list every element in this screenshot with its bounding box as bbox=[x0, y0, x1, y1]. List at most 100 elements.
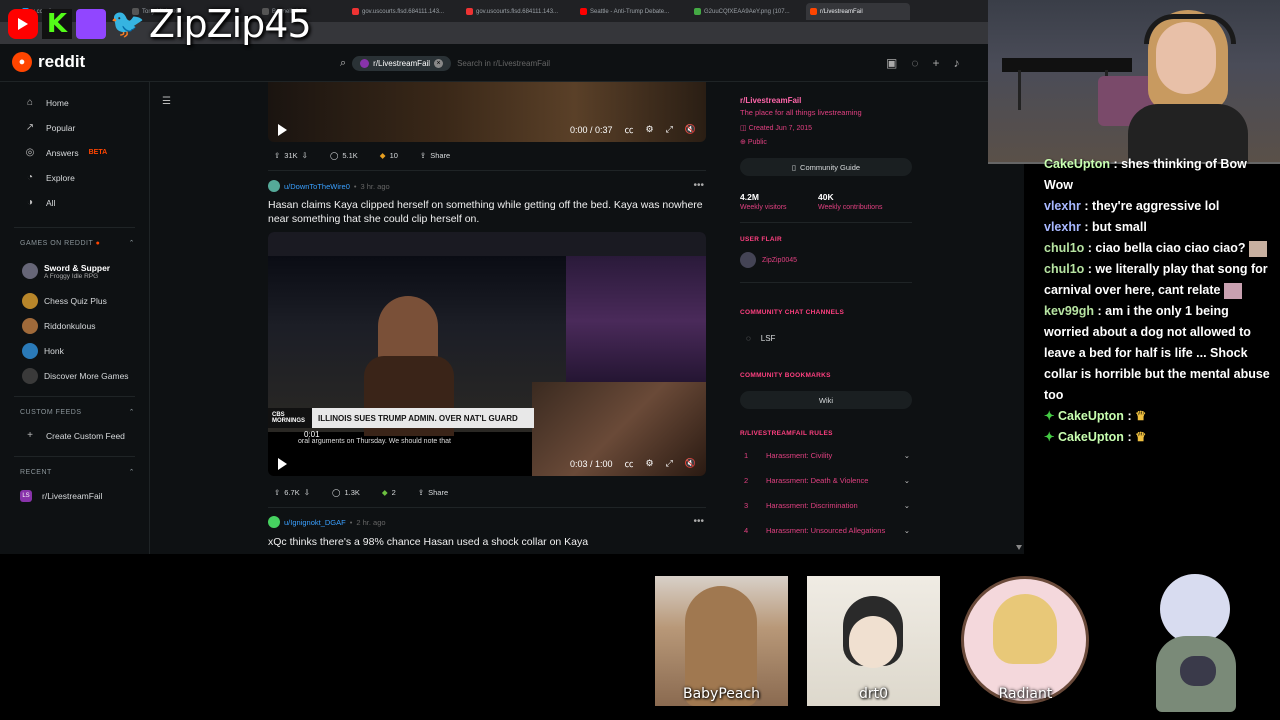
settings-icon[interactable]: ⚙ bbox=[646, 458, 654, 469]
new-dot-icon: ● bbox=[95, 239, 101, 247]
notifications-icon[interactable]: ♪ bbox=[954, 56, 960, 70]
participant-name: BabyPeach bbox=[682, 686, 761, 702]
community-guide-button[interactable]: ▯ Community Guide bbox=[740, 158, 912, 176]
wiki-button[interactable]: Wiki bbox=[740, 391, 912, 409]
video-player[interactable]: 0:00 / 0:37 ㏄ ⚙ ⤢ 🔇 bbox=[268, 82, 706, 142]
fullscreen-icon[interactable]: ⤢ bbox=[666, 458, 673, 469]
award-icon: ◆ bbox=[381, 488, 388, 497]
more-options-icon[interactable]: ••• bbox=[693, 180, 704, 191]
avatar[interactable] bbox=[268, 180, 280, 192]
mute-icon[interactable]: 🔇 bbox=[685, 458, 696, 469]
recent-header[interactable]: RECENT ⌃ bbox=[0, 461, 149, 483]
rule-item[interactable]: 3 Harassment: Discrimination ⌄ bbox=[744, 501, 910, 526]
plus-icon: + bbox=[27, 430, 33, 441]
comment-icon: ◯ bbox=[329, 151, 339, 160]
chat-message: vlexhr : but small bbox=[1044, 220, 1147, 234]
post-actions: ⇧ 31K ⇩ ◯ 5.1K ◆ 10 ⇪ Share bbox=[268, 148, 456, 163]
post-age: 2 hr. ago bbox=[356, 517, 386, 527]
browser-tab[interactable]: G2uuCQfXEAA9AeY.png (107... bbox=[694, 3, 794, 20]
recent-item[interactable]: LS r/LivestreamFail bbox=[0, 483, 149, 508]
post-divider bbox=[268, 507, 706, 508]
play-button[interactable] bbox=[278, 457, 287, 470]
stream-chat: CakeUpton : shes thinking of Bow Wow vle… bbox=[1044, 154, 1276, 448]
upvote-icon[interactable]: ⇧ bbox=[274, 488, 280, 497]
chat-username: vlexhr bbox=[1044, 199, 1081, 213]
collapse-nav-icon[interactable]: ☰ bbox=[162, 96, 178, 112]
post-author[interactable]: u/Ignignokt_DGAF bbox=[284, 518, 346, 527]
browser-tab[interactable]: gov.uscourts.flsd.684111.143... bbox=[352, 3, 452, 20]
comment-icon: ◯ bbox=[332, 488, 341, 497]
fullscreen-icon[interactable]: ⤢ bbox=[666, 124, 673, 135]
game-icon bbox=[22, 292, 38, 309]
emote-icon bbox=[1248, 240, 1267, 257]
rule-item[interactable]: 2 Harassment: Death & Violence ⌄ bbox=[744, 476, 910, 501]
scroll-down-icon[interactable] bbox=[1016, 545, 1022, 550]
video-player[interactable]: CBS MORNINGS ILLINOIS SUES TRUMP ADMIN. … bbox=[268, 232, 706, 476]
chat-channel[interactable]: ◌ LSF bbox=[746, 334, 775, 343]
settings-icon[interactable]: ⚙ bbox=[646, 124, 654, 135]
chat-icon[interactable]: ◌ bbox=[911, 56, 918, 70]
nav-answers[interactable]: ◎ Answers BETA bbox=[0, 140, 149, 165]
nav-explore[interactable]: ◔ Explore bbox=[0, 165, 149, 190]
subreddit-name[interactable]: r/LivestreamFail bbox=[740, 96, 801, 105]
chevron-up-icon: ⌃ bbox=[128, 240, 135, 247]
participant-name: drt0 bbox=[858, 686, 889, 702]
game-item[interactable]: Sword & Supper A Froggy Idle RPG bbox=[0, 254, 149, 288]
game-item[interactable]: Discover More Games bbox=[0, 363, 149, 388]
chat-username: CakeUpton bbox=[1057, 409, 1124, 423]
game-item[interactable]: Honk bbox=[0, 338, 149, 363]
share-button[interactable]: ⇪ Share bbox=[414, 148, 456, 163]
play-button[interactable] bbox=[278, 123, 287, 136]
create-post-icon[interactable]: + bbox=[932, 56, 939, 70]
more-options-icon[interactable]: ••• bbox=[693, 516, 704, 527]
search-input[interactable]: Search in r/LivestreamFail bbox=[457, 59, 550, 68]
award-button[interactable]: ◆ 2 bbox=[376, 485, 402, 500]
reddit-logo[interactable]: ● reddit bbox=[12, 52, 85, 72]
create-custom-feed[interactable]: + Create Custom Feed bbox=[0, 423, 149, 448]
user-flair[interactable]: ZipZip0045 bbox=[740, 252, 797, 268]
downvote-icon[interactable]: ⇩ bbox=[304, 488, 310, 497]
post-title[interactable]: xQc thinks there's a 98% chance Hasan us… bbox=[268, 535, 704, 549]
nav-all[interactable]: ◑ All bbox=[0, 190, 149, 215]
avatar[interactable] bbox=[268, 516, 280, 528]
rule-item[interactable]: 1 Harassment: Civility ⌄ bbox=[744, 451, 910, 476]
nav-home[interactable]: ⌂ Home bbox=[0, 90, 149, 115]
youtube-icon bbox=[8, 9, 38, 39]
game-item[interactable]: Chess Quiz Plus bbox=[0, 288, 149, 313]
globe-icon: ⊕ bbox=[740, 139, 746, 146]
browser-tab-active[interactable]: r/LivestreamFail bbox=[806, 3, 910, 20]
vote-control[interactable]: ⇧ 31K ⇩ bbox=[268, 148, 314, 163]
nav-popular[interactable]: ↗ Popular bbox=[0, 115, 149, 140]
games-section-header[interactable]: GAMES ON REDDIT ● ⌃ bbox=[0, 232, 149, 254]
captions-icon[interactable]: ㏄ bbox=[624, 123, 633, 136]
post-age: 3 hr. ago bbox=[360, 181, 390, 191]
header-actions: ▣ ◌ + ♪ bbox=[886, 56, 960, 70]
vote-control[interactable]: ⇧ 6.7K ⇩ bbox=[268, 485, 316, 500]
post-title[interactable]: Hasan claims Kaya clipped herself on som… bbox=[268, 198, 704, 226]
contributions-count: 40K bbox=[818, 192, 834, 202]
award-button[interactable]: ◆ 10 bbox=[374, 148, 404, 163]
share-button[interactable]: ⇪ Share bbox=[412, 485, 454, 500]
mute-icon[interactable]: 🔇 bbox=[685, 124, 696, 135]
upvote-icon[interactable]: ⇧ bbox=[274, 151, 280, 160]
post-author[interactable]: u/DownToTheWire0 bbox=[284, 182, 350, 191]
comments-button[interactable]: ◯ 5.1K bbox=[324, 148, 364, 163]
clear-chip-icon[interactable]: × bbox=[434, 58, 444, 68]
cake-icon: ◫ bbox=[740, 125, 747, 132]
video-frame-browser bbox=[268, 232, 706, 256]
browser-tab[interactable]: gov.uscourts.flsd.684111.143... bbox=[466, 3, 566, 20]
captions-icon[interactable]: ㏄ bbox=[624, 457, 633, 470]
comments-button[interactable]: ◯ 1.3K bbox=[326, 485, 366, 500]
chevron-down-icon: ⌄ bbox=[903, 476, 910, 485]
participant-card: BabyPeach bbox=[655, 576, 788, 706]
search-bar[interactable]: ⌕ r/LivestreamFail × Search in r/Livestr… bbox=[340, 52, 720, 74]
subreddit-search-chip[interactable]: r/LivestreamFail × bbox=[352, 55, 452, 71]
ads-icon[interactable]: ▣ bbox=[886, 56, 897, 70]
participant-card: Radiant bbox=[959, 576, 1092, 706]
custom-feeds-header[interactable]: CUSTOM FEEDS ⌃ bbox=[0, 401, 149, 423]
game-item[interactable]: Riddonkulous bbox=[0, 313, 149, 338]
downvote-icon[interactable]: ⇩ bbox=[302, 151, 308, 160]
browser-tab[interactable]: Seattle - Anti-Trump Debate... bbox=[580, 3, 680, 20]
created-date: ◫ Created Jun 7, 2015 bbox=[740, 125, 813, 132]
rule-item[interactable]: 4 Harassment: Unsourced Allegations ⌄ bbox=[744, 526, 910, 551]
